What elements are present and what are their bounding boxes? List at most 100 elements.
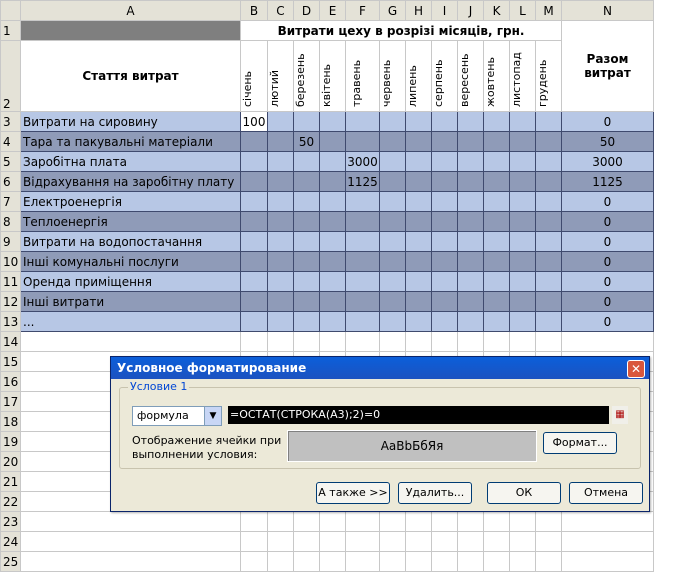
empty-cell[interactable]	[405, 551, 432, 572]
month-value-cell[interactable]	[509, 291, 536, 312]
month-value-cell[interactable]	[509, 231, 536, 252]
empty-cell[interactable]	[561, 511, 654, 532]
empty-cell[interactable]	[345, 511, 380, 532]
month-value-cell[interactable]	[240, 231, 268, 252]
month-value-cell[interactable]	[535, 271, 562, 292]
month-value-cell[interactable]	[405, 231, 432, 252]
corner-cell[interactable]	[0, 0, 21, 21]
empty-cell[interactable]	[319, 551, 346, 572]
empty-cell[interactable]	[379, 551, 406, 572]
month-value-cell[interactable]	[345, 271, 380, 292]
row-header[interactable]: 22	[0, 491, 21, 512]
month-value-cell[interactable]	[431, 171, 458, 192]
month-value-cell[interactable]	[345, 231, 380, 252]
item-name-cell[interactable]: Інші комунальні послуги	[20, 251, 241, 272]
row-header[interactable]: 25	[0, 551, 21, 572]
month-value-cell[interactable]	[240, 291, 268, 312]
month-header[interactable]: листопад	[509, 40, 536, 112]
empty-cell[interactable]	[345, 551, 380, 572]
month-value-cell[interactable]	[345, 191, 380, 212]
month-value-cell[interactable]	[405, 211, 432, 232]
empty-cell[interactable]	[431, 551, 458, 572]
empty-cell[interactable]	[293, 511, 320, 532]
row-header[interactable]: 18	[0, 411, 21, 432]
month-value-cell[interactable]	[319, 111, 346, 132]
month-value-cell[interactable]	[483, 251, 510, 272]
month-value-cell[interactable]	[457, 251, 484, 272]
empty-cell[interactable]	[405, 511, 432, 532]
month-value-cell[interactable]: 1125	[345, 171, 380, 192]
item-name-cell[interactable]: Витрати на водопостачання	[20, 231, 241, 252]
empty-cell[interactable]	[509, 531, 536, 552]
month-value-cell[interactable]	[345, 311, 380, 332]
month-header[interactable]: квітень	[319, 40, 346, 112]
month-value-cell[interactable]	[457, 131, 484, 152]
month-value-cell[interactable]	[509, 271, 536, 292]
row-header[interactable]: 4	[0, 131, 21, 152]
month-value-cell[interactable]	[240, 191, 268, 212]
month-value-cell[interactable]	[379, 251, 406, 272]
total-cell[interactable]: 0	[561, 211, 654, 232]
column-header[interactable]: G	[379, 0, 406, 21]
month-value-cell[interactable]	[379, 231, 406, 252]
month-value-cell[interactable]	[405, 251, 432, 272]
month-value-cell[interactable]	[431, 131, 458, 152]
row-header[interactable]: 6	[0, 171, 21, 192]
empty-cell[interactable]	[20, 531, 241, 552]
row-header[interactable]: 11	[0, 271, 21, 292]
row-header[interactable]: 5	[0, 151, 21, 172]
total-cell[interactable]: 1125	[561, 171, 654, 192]
column-header[interactable]: N	[561, 0, 654, 21]
month-value-cell[interactable]	[535, 231, 562, 252]
empty-cell[interactable]	[240, 511, 268, 532]
month-value-cell[interactable]	[379, 291, 406, 312]
total-cell[interactable]: 0	[561, 191, 654, 212]
month-value-cell[interactable]	[535, 151, 562, 172]
month-value-cell[interactable]	[240, 171, 268, 192]
total-header[interactable]: Разом витрат	[561, 20, 654, 112]
column-header[interactable]: E	[319, 0, 346, 21]
condition-type-select[interactable]: формула ▼	[132, 406, 222, 426]
empty-cell[interactable]	[509, 551, 536, 572]
row-header[interactable]: 16	[0, 371, 21, 392]
empty-cell[interactable]	[457, 511, 484, 532]
month-value-cell[interactable]	[319, 231, 346, 252]
add-condition-button[interactable]: А также >>	[316, 482, 390, 504]
empty-cell[interactable]	[483, 331, 510, 352]
month-header[interactable]: червень	[379, 40, 406, 112]
month-value-cell[interactable]	[379, 131, 406, 152]
row-header[interactable]: 1	[0, 20, 21, 41]
month-header[interactable]: березень	[293, 40, 320, 112]
empty-cell[interactable]	[483, 551, 510, 572]
month-value-cell[interactable]	[405, 191, 432, 212]
total-cell[interactable]: 50	[561, 131, 654, 152]
month-value-cell[interactable]	[267, 131, 294, 152]
month-value-cell[interactable]	[431, 211, 458, 232]
month-value-cell[interactable]	[379, 171, 406, 192]
empty-cell[interactable]	[319, 531, 346, 552]
empty-cell[interactable]	[431, 331, 458, 352]
month-value-cell[interactable]	[293, 111, 320, 132]
chevron-down-icon[interactable]: ▼	[204, 407, 221, 425]
empty-cell[interactable]	[240, 551, 268, 572]
month-value-cell[interactable]	[267, 111, 294, 132]
month-value-cell[interactable]	[483, 171, 510, 192]
item-name-cell[interactable]: Електроенергія	[20, 191, 241, 212]
month-header[interactable]: липень	[405, 40, 432, 112]
empty-cell[interactable]	[535, 551, 562, 572]
month-value-cell[interactable]: 50	[293, 131, 320, 152]
empty-cell[interactable]	[345, 531, 380, 552]
month-value-cell[interactable]	[293, 211, 320, 232]
empty-cell[interactable]	[20, 551, 241, 572]
month-header[interactable]: жовтень	[483, 40, 510, 112]
row-header[interactable]: 24	[0, 531, 21, 552]
empty-cell[interactable]	[267, 511, 294, 532]
empty-cell[interactable]	[535, 331, 562, 352]
item-name-cell[interactable]: Витрати на сировину	[20, 111, 241, 132]
row-header[interactable]: 3	[0, 111, 21, 132]
month-value-cell[interactable]	[345, 211, 380, 232]
empty-cell[interactable]	[379, 331, 406, 352]
item-name-cell[interactable]: Тара та пакувальні матеріали	[20, 131, 241, 152]
month-value-cell[interactable]	[509, 131, 536, 152]
total-cell[interactable]: 0	[561, 251, 654, 272]
